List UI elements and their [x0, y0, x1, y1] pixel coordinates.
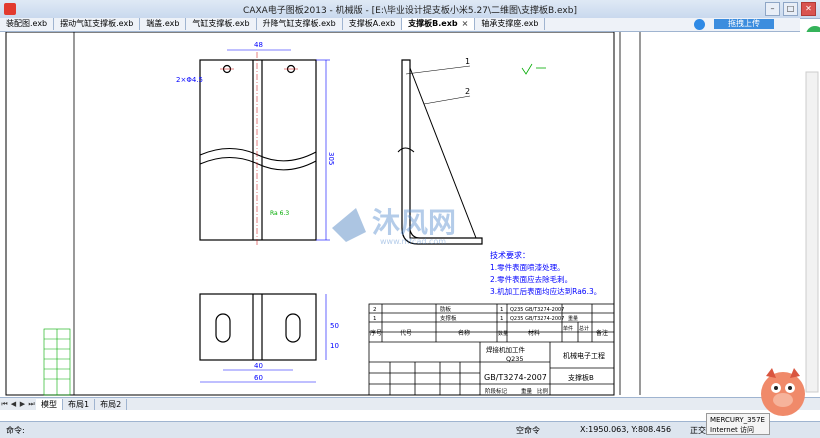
bom-no: 1: [373, 316, 377, 322]
tab-label: 摆动气缸支撑板.exb: [60, 19, 134, 28]
bom-header: 数量: [498, 330, 508, 337]
front-view: [199, 52, 317, 247]
tab-layout1[interactable]: 布局1: [63, 398, 96, 410]
maximize-button[interactable]: □: [783, 2, 798, 16]
bom-header: 代号: [400, 329, 412, 337]
bom-header: 名称: [458, 329, 470, 337]
drawing-svg: 48 2×Φ4.5 305 Ra 6.3 1 2 沐风网 www.mfcad.c…: [5, 31, 819, 396]
dim-bottom-2: 60: [254, 374, 263, 382]
callout-1: 1: [465, 57, 470, 66]
dim-bottom-1: 40: [254, 362, 263, 370]
bom-material: Q235 GB/T3274-2007: [510, 307, 564, 313]
roughness-label: Ra 6.3: [270, 210, 289, 217]
callout-lines: [405, 65, 471, 105]
tab-label: 轴承支撑座.exb: [481, 19, 539, 28]
scale-cell: 比例: [537, 387, 549, 395]
watermark-url: www.mfcad.com: [380, 237, 446, 246]
material-line1: Q235: [506, 355, 524, 363]
weight-label: 重量: [568, 315, 578, 322]
close-button[interactable]: ✕: [801, 2, 816, 16]
next-tab-icon[interactable]: ▶: [18, 400, 27, 408]
bottom-view: [199, 293, 317, 361]
material-line2: GB/T3274-2007: [484, 373, 547, 382]
bom-header: 材料: [528, 329, 540, 337]
tab-document[interactable]: 端盖.exb: [140, 18, 187, 30]
tech-title: 技术要求：: [490, 250, 530, 260]
close-tab-icon[interactable]: ×: [462, 19, 469, 28]
bottom-view-dimensions: [200, 294, 327, 383]
tech-item: 1.零件表面喷漆处理。: [490, 262, 565, 272]
dim-top: 48: [254, 41, 263, 49]
ie-tip-line2: Internet 访问: [710, 426, 755, 434]
tab-label: 支撑板B.exb: [408, 19, 458, 28]
minimize-button[interactable]: –: [765, 2, 780, 16]
weight-cell: 重量: [521, 387, 533, 395]
command-prompt[interactable]: 命令:: [6, 425, 25, 436]
bom-header: 总计: [579, 325, 589, 332]
tab-label: 端盖.exb: [146, 19, 180, 28]
bom-header: 单件: [563, 325, 573, 332]
surface-symbol: [521, 63, 546, 75]
tab-document[interactable]: 装配图.exb: [0, 18, 55, 30]
upload-button[interactable]: 拖拽上传: [714, 19, 774, 29]
tab-model[interactable]: 模型: [36, 398, 63, 410]
tech-item: 3.机加工后表面均应达到Ra6.3。: [490, 286, 601, 296]
tab-document[interactable]: 气缸支撑板.exb: [186, 18, 257, 30]
watermark-text: 沐风网: [372, 206, 456, 239]
tab-document[interactable]: 升降气缸支撑板.exb: [256, 18, 343, 30]
watermark: 沐风网 www.mfcad.com: [332, 206, 456, 246]
callout-2: 2: [465, 87, 470, 96]
tab-layout2[interactable]: 布局2: [95, 398, 128, 410]
org-name: 机械电子工程: [563, 351, 605, 360]
bom-name: 肋板: [440, 305, 452, 313]
cursor-coords: X:1950.063, Y:808.456: [580, 425, 672, 434]
bom-name: 支撑板: [440, 314, 457, 322]
bom-material: Q235 GB/T3274-2007: [510, 316, 564, 322]
bom-qty: 1: [500, 316, 504, 322]
dim-height: 305: [327, 152, 335, 165]
part-material: 焊接机加工件: [486, 345, 526, 354]
left-mini-table: [43, 328, 71, 396]
baidu-cloud-bar: 拖拽上传: [690, 18, 800, 32]
first-tab-icon[interactable]: ⏮: [0, 400, 9, 409]
title-bar: CAXA电子图板2013 - 机械版 - [E:\毕业设计提支板小米5.27\二…: [0, 0, 820, 19]
stage-label: 阶段标记: [485, 387, 508, 395]
dim-right-1: 50: [330, 322, 339, 330]
tab-label: 气缸支撑板.exb: [192, 19, 250, 28]
layout-tabs: ⏮ ◀ ▶ ⏭ 模型 布局1 布局2: [0, 397, 820, 410]
bom-header: 序号: [370, 329, 382, 337]
ortho-toggle[interactable]: 正交: [690, 425, 706, 436]
bom-qty: 1: [500, 307, 504, 313]
window-title: CAXA电子图板2013 - 机械版 - [E:\毕业设计提支板小米5.27\二…: [243, 6, 577, 16]
tab-label: 支撑板A.exb: [348, 19, 396, 28]
bom-no: 2: [373, 307, 377, 313]
command-mode: 空命令: [516, 426, 540, 435]
dim-right-2: 10: [330, 342, 339, 350]
tab-label: 升降气缸支撑板.exb: [262, 19, 336, 28]
prev-tab-icon[interactable]: ◀: [9, 400, 18, 408]
mascot-icon[interactable]: [752, 364, 814, 426]
status-bar: 命令: 空命令 X:1950.063, Y:808.456 正交: [0, 421, 820, 438]
window-controls: – □ ✕: [765, 2, 816, 16]
drawing-canvas[interactable]: 48 2×Φ4.5 305 Ra 6.3 1 2 沐风网 www.mfcad.c…: [0, 31, 820, 397]
document-tabs: 装配图.exb 摆动气缸支撑板.exb 端盖.exb 气缸支撑板.exb 升降气…: [0, 18, 690, 32]
tab-document[interactable]: 摆动气缸支撑板.exb: [54, 18, 141, 30]
bom-header: 备注: [596, 329, 608, 337]
tech-item: 2.零件表面应去除毛刺。: [490, 274, 572, 284]
part-name: 支撑板B: [568, 373, 594, 382]
sheet-border: [5, 31, 615, 396]
vertical-scrollbar: [805, 71, 819, 393]
tab-document[interactable]: 轴承支撑座.exb: [475, 18, 546, 30]
tab-document[interactable]: 支撑板A.exb: [342, 18, 403, 30]
cloud-icon[interactable]: [694, 19, 705, 30]
last-tab-icon[interactable]: ⏭: [27, 400, 36, 409]
tab-document-active[interactable]: 支撑板B.exb ×: [402, 18, 476, 30]
dim-holes: 2×Φ4.5: [176, 76, 203, 84]
tab-label: 装配图.exb: [6, 19, 48, 28]
